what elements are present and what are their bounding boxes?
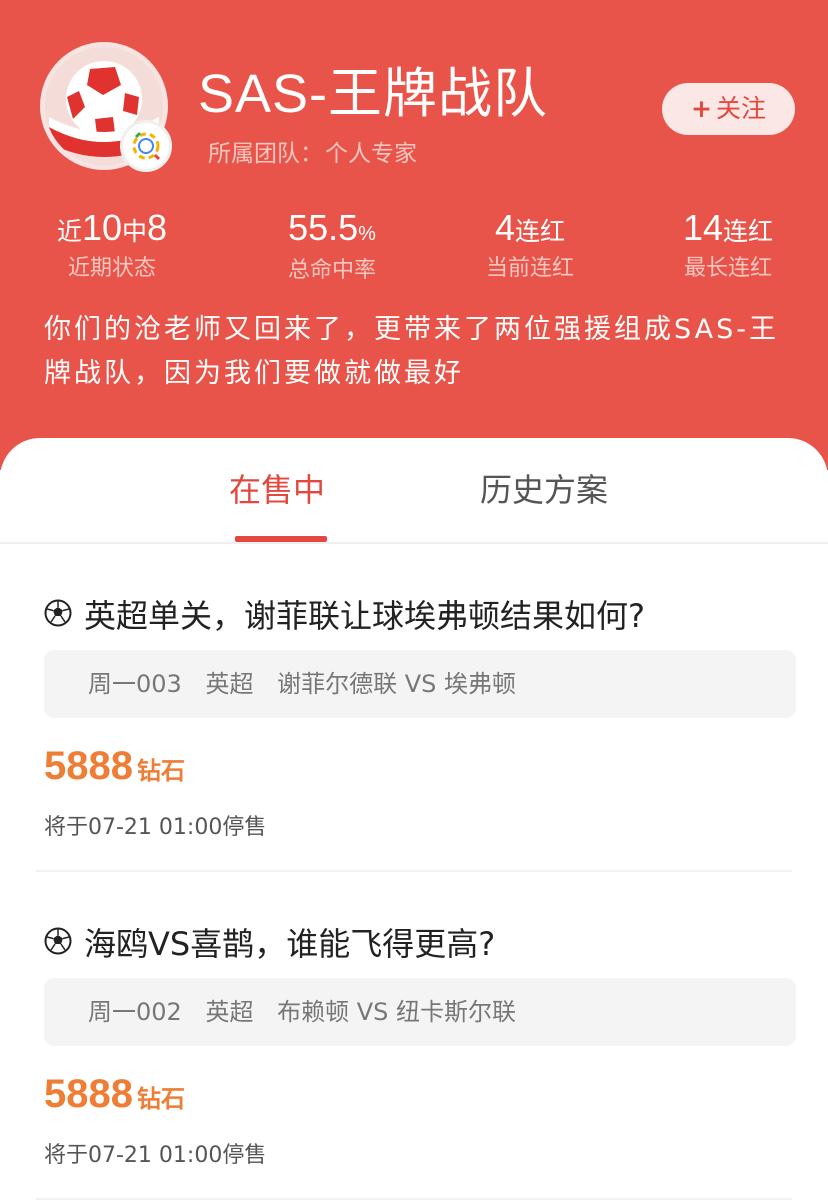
stat-hit-rate-label: 总命中率 <box>287 258 376 283</box>
soccer-ball-icon <box>44 927 72 955</box>
stat-longest-streak: 14连红 最长连红 <box>628 206 828 284</box>
price-unit: 钻石 <box>136 757 185 785</box>
match-league: 英超 <box>205 670 254 698</box>
tab-bar: 在售中 历史方案 <box>0 438 828 544</box>
stat-hit-rate: 55.5% 总命中率 <box>232 206 432 286</box>
match-league: 英超 <box>205 998 254 1026</box>
stat-current-streak-value: 4连红 <box>494 207 566 248</box>
stop-sale-time: 将于07-21 01:00停售 <box>44 815 267 840</box>
team-affiliation: 所属团队：个人专家 <box>208 138 417 170</box>
match-number: 周一003 <box>88 670 182 698</box>
plan-price: 5888 钻石 <box>44 1068 185 1120</box>
price-value: 5888 <box>44 1072 133 1116</box>
tab-on-sale[interactable]: 在售中 <box>229 468 325 512</box>
profile-header: SAS-王牌战队 所属团队：个人专家 + 关注 近10中8 近期状态 55.5% … <box>0 0 828 470</box>
team-value: 个人专家 <box>325 141 417 167</box>
price-value: 5888 <box>44 744 133 788</box>
plan-title: 海鸥VS喜鹊，谁能飞得更高? <box>84 925 496 963</box>
tab-active-indicator <box>235 536 327 542</box>
plan-card[interactable]: 英超单关，谢菲联让球埃弗顿结果如何? 周一003 英超 谢菲尔德联 VS 埃弗顿… <box>0 544 828 872</box>
match-info: 周一003 英超 谢菲尔德联 VS 埃弗顿 <box>44 650 796 718</box>
soccer-ball-icon <box>44 599 72 627</box>
plan-card[interactable]: 海鸥VS喜鹊，谁能飞得更高? 周一002 英超 布赖顿 VS 纽卡斯尔联 588… <box>0 872 828 1200</box>
stat-current-streak: 4连红 当前连红 <box>430 206 630 284</box>
match-teams: 布赖顿 VS 纽卡斯尔联 <box>277 998 517 1026</box>
plan-title-row: 英超单关，谢菲联让球埃弗顿结果如何? <box>44 594 645 638</box>
price-unit: 钻石 <box>136 1085 185 1113</box>
team-intro: 你们的沧老师又回来了，更带来了两位强援组成SAS-王牌战队，因为我们要做就做最好 <box>44 314 779 389</box>
match-number: 周一002 <box>88 998 182 1026</box>
team-name: SAS-王牌战队 <box>198 64 549 124</box>
plan-title-row: 海鸥VS喜鹊，谁能飞得更高? <box>44 922 495 966</box>
stat-current-streak-label: 当前连红 <box>485 256 574 281</box>
team-label: 所属团队： <box>208 141 323 167</box>
stats-row: 近10中8 近期状态 55.5% 总命中率 4连红 当前连红 14连红 最长连红 <box>0 206 828 286</box>
content-panel: 在售中 历史方案 英超单关，谢菲联让球埃弗顿结果如何? 周一003 英超 谢菲尔… <box>0 438 828 1204</box>
stop-sale-time: 将于07-21 01:00停售 <box>44 1143 267 1168</box>
follow-label: 关注 <box>715 94 766 123</box>
match-teams: 谢菲尔德联 VS 埃弗顿 <box>277 670 517 698</box>
expert-badge-icon <box>120 120 172 172</box>
stat-hit-rate-value: 55.5% <box>288 207 376 248</box>
plus-icon: + <box>691 94 712 123</box>
stat-longest-streak-value: 14连红 <box>682 207 774 248</box>
match-info: 周一002 英超 布赖顿 VS 纽卡斯尔联 <box>44 978 796 1046</box>
plan-price: 5888 钻石 <box>44 740 185 792</box>
tab-history[interactable]: 历史方案 <box>480 468 608 512</box>
stat-recent: 近10中8 近期状态 <box>12 206 212 284</box>
divider <box>36 1198 792 1200</box>
stat-recent-value: 近10中8 <box>56 207 168 248</box>
follow-button[interactable]: + 关注 <box>662 83 795 135</box>
plan-title: 英超单关，谢菲联让球埃弗顿结果如何? <box>84 597 645 635</box>
stat-longest-streak-label: 最长连红 <box>683 256 772 281</box>
stat-recent-label: 近期状态 <box>67 256 156 281</box>
